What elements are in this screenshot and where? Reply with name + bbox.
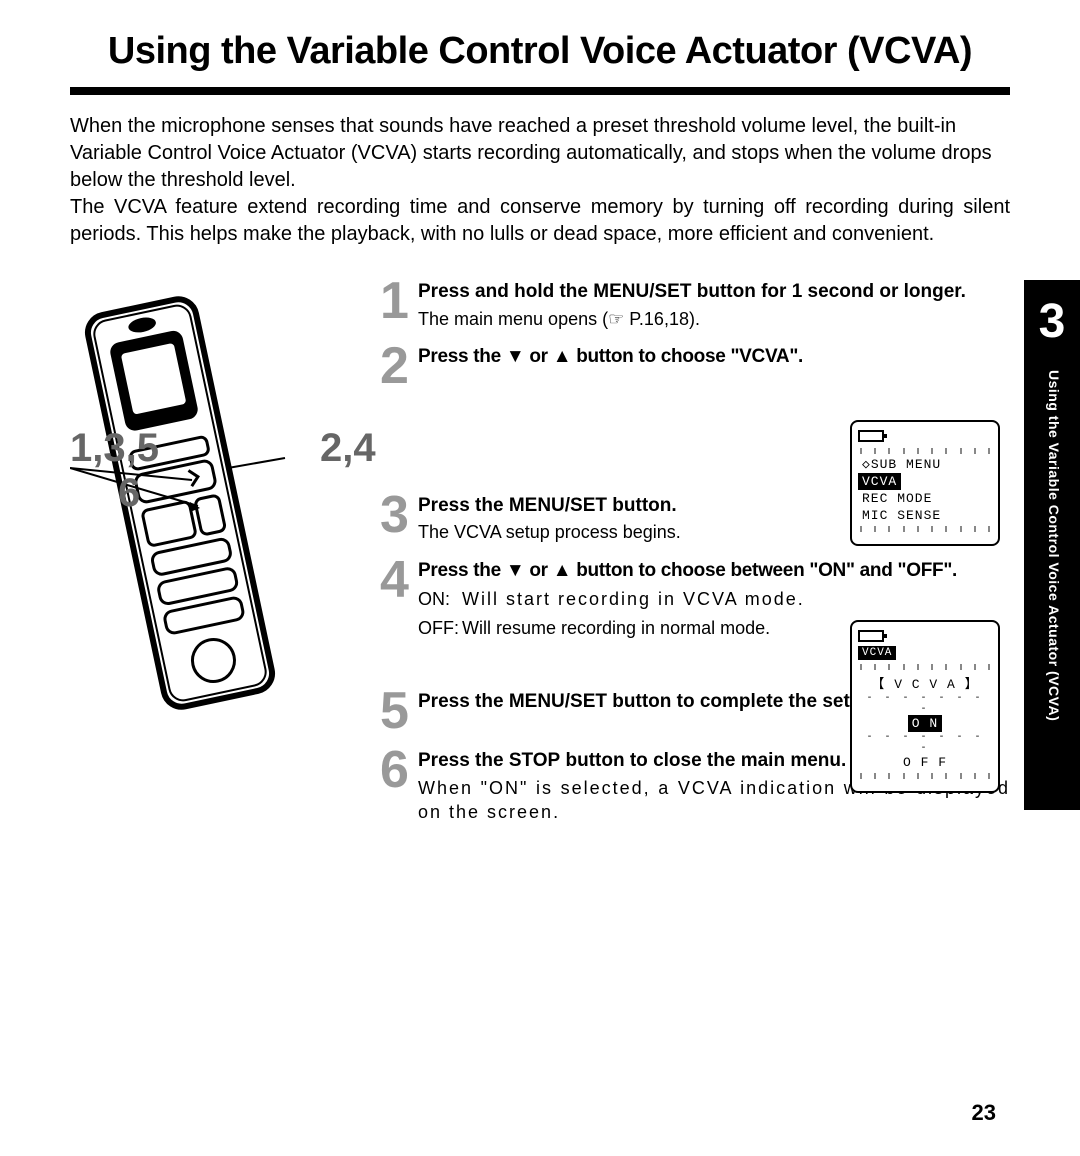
step-text: The main menu opens (☞ P.16,18). — [418, 307, 1010, 331]
lcd-row: O F F — [858, 754, 992, 771]
chapter-label: Using the Variable Control Voice Actuato… — [1046, 370, 1062, 721]
chapter-number: 3 — [1024, 280, 1080, 349]
page-number: 23 — [972, 1100, 996, 1126]
intro-paragraph-1: When the microphone senses that sounds h… — [70, 113, 1010, 194]
title-rule — [70, 87, 1010, 95]
callout-left-step6: 6 — [118, 473, 140, 513]
step-title: Press the ▼ or ▲ button to choose "VCVA"… — [418, 345, 1010, 370]
lcd-row: REC MODE — [858, 490, 992, 507]
step-number: 2 — [380, 343, 410, 390]
lcd-row-selected: O N — [908, 715, 942, 732]
step-title: Press and hold the MENU/SET button for 1… — [418, 280, 1010, 305]
step-number: 6 — [380, 747, 410, 824]
step-2: 2 Press the ▼ or ▲ button to choose "VCV… — [380, 343, 1010, 390]
callout-left-steps: 1,3,5 — [70, 428, 159, 468]
battery-icon — [858, 630, 884, 642]
step-number: 1 — [380, 278, 410, 331]
lcd-row: ◇SUB MENU — [858, 456, 992, 473]
callout-right-steps: 2,4 — [320, 428, 376, 468]
lcd-screen-2: VCVA 【 V C V A 】 - - - - - - - - O N - -… — [850, 620, 1000, 793]
recorder-device-icon — [70, 288, 290, 718]
battery-icon — [858, 430, 884, 442]
step-number: 4 — [380, 557, 410, 640]
intro-block: When the microphone senses that sounds h… — [70, 113, 1010, 248]
lcd-screen-1: ◇SUB MENU VCVA REC MODE MIC SENSE — [850, 420, 1000, 546]
lcd-badge: VCVA — [858, 646, 896, 660]
device-illustration: 1,3,5 6 2,4 — [70, 278, 370, 836]
step-on-option: ON:Will start recording in VCVA mode. — [418, 587, 1010, 611]
lcd-row: MIC SENSE — [858, 507, 992, 524]
step-number: 3 — [380, 492, 410, 545]
chapter-tab: 3 Using the Variable Control Voice Actua… — [1024, 280, 1080, 810]
step-number: 5 — [380, 688, 410, 735]
step-title: Press the ▼ or ▲ button to choose betwee… — [418, 559, 1010, 584]
lcd-row-selected: VCVA — [858, 473, 901, 490]
step-1: 1 Press and hold the MENU/SET button for… — [380, 278, 1010, 331]
page-title: Using the Variable Control Voice Actuato… — [70, 30, 1010, 73]
intro-paragraph-2: The VCVA feature extend recording time a… — [70, 194, 1010, 248]
lcd-row: 【 V C V A 】 — [858, 672, 992, 693]
